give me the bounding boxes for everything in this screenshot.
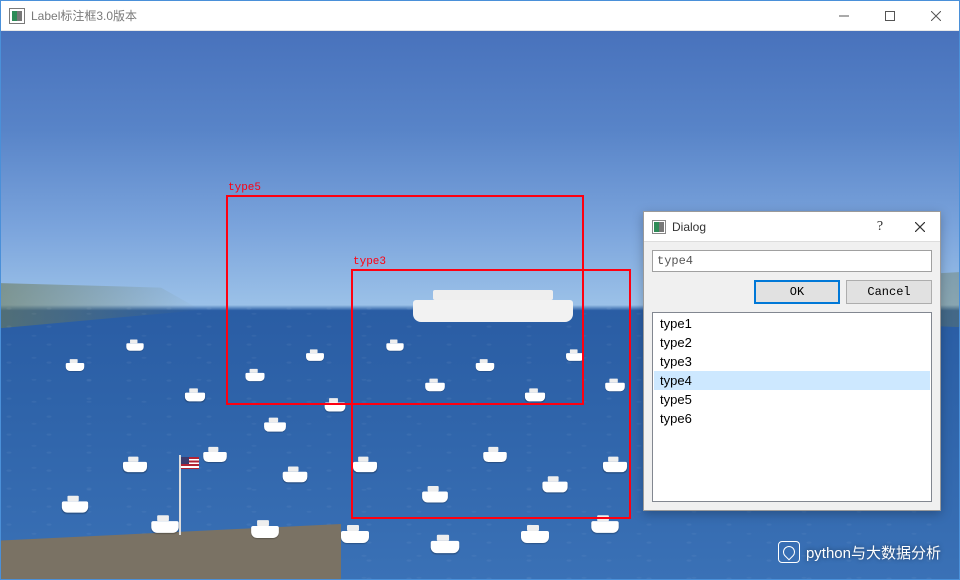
scene-decor: [251, 526, 279, 538]
ok-button[interactable]: OK: [754, 280, 840, 304]
minimize-button[interactable]: [821, 1, 867, 31]
type-list-item[interactable]: type1: [654, 314, 930, 333]
scene-decor: [341, 531, 369, 543]
scene-decor: [431, 541, 460, 553]
scene-decor: [203, 452, 227, 462]
bbox-label: type5: [228, 182, 261, 194]
label-dialog: Dialog ? OK Cancel type1type2type3type4t…: [643, 211, 941, 511]
scene-decor: [542, 482, 567, 493]
label-input[interactable]: [652, 250, 932, 272]
scene-decor: [605, 383, 625, 391]
dialog-icon: [652, 220, 666, 234]
dialog-title: Dialog: [672, 220, 706, 234]
maximize-button[interactable]: [867, 1, 913, 31]
scene-decor: [422, 491, 448, 502]
dialog-help-button[interactable]: ?: [860, 212, 900, 242]
scene-decor: [521, 531, 549, 543]
window-title: Label标注框3.0版本: [31, 7, 137, 24]
wechat-icon: [778, 541, 800, 563]
scene-decor: [386, 343, 403, 350]
scene-decor: [245, 373, 264, 381]
watermark-text: python与大数据分析: [806, 542, 941, 563]
scene-decor: [123, 462, 147, 472]
scene-decor: [62, 501, 88, 512]
type-list-item[interactable]: type4: [654, 371, 930, 390]
close-button[interactable]: [913, 1, 959, 31]
watermark: python与大数据分析: [778, 541, 941, 563]
scene-decor: [353, 462, 377, 472]
type-list-item[interactable]: type6: [654, 409, 930, 428]
dialog-close-button[interactable]: [900, 212, 940, 242]
scene-decor: [126, 343, 143, 350]
scene-decor: [66, 363, 84, 371]
scene-decor: [185, 393, 205, 402]
scene-decor: [179, 515, 193, 535]
type-list-item[interactable]: type2: [654, 333, 930, 352]
scene-decor: [591, 521, 618, 533]
scene-decor: [525, 393, 545, 402]
type-list-item[interactable]: type3: [654, 352, 930, 371]
type-list-item[interactable]: type5: [654, 390, 930, 409]
image-canvas[interactable]: type5 type3 Dialog ? OK Cancel type1type2…: [1, 31, 959, 579]
scene-decor: [476, 363, 494, 371]
scene-decor: [283, 472, 308, 483]
app-icon: [9, 8, 25, 24]
type-list[interactable]: type1type2type3type4type5type6: [652, 312, 932, 502]
scene-decor: [483, 452, 507, 462]
cancel-button[interactable]: Cancel: [846, 280, 932, 304]
dialog-titlebar[interactable]: Dialog ?: [644, 212, 940, 242]
scene-decor: [603, 462, 627, 472]
scene-decor: [306, 353, 324, 361]
scene-decor: [425, 383, 445, 391]
scene-decor: [413, 300, 573, 322]
scene-decor: [566, 353, 584, 361]
titlebar: Label标注框3.0版本: [1, 1, 959, 31]
main-window: Label标注框3.0版本 type5 type3 Dialog ?: [0, 0, 960, 580]
scene-decor: [151, 521, 178, 533]
scene-decor: [264, 422, 286, 431]
bbox-label: type3: [353, 256, 386, 268]
scene-decor: [325, 403, 346, 412]
